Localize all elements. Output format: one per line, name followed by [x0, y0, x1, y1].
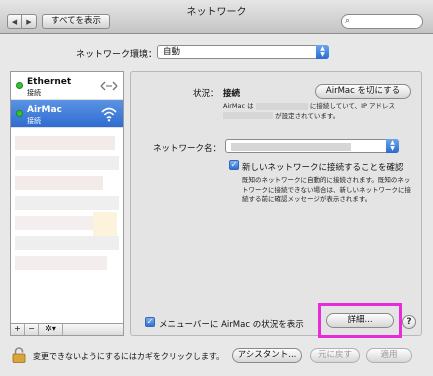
- ask-to-join-label: 新しいネットワークに接続することを確認: [242, 163, 404, 173]
- redacted-item: [15, 156, 119, 170]
- location-value: 自動: [163, 47, 181, 57]
- redacted-item: [15, 136, 115, 150]
- service-name: AirMac: [27, 105, 62, 115]
- ethernet-icon: [100, 81, 118, 91]
- redacted-item: [15, 236, 119, 250]
- status-desc-part: に接続していて、IP アドレス: [309, 102, 396, 110]
- redacted-text: [223, 112, 273, 119]
- status-desc-part: が設定されています。: [275, 111, 340, 120]
- search-field[interactable]: ⌕: [341, 14, 423, 29]
- show-all-button[interactable]: すべてを表示: [42, 14, 110, 29]
- ask-to-join-description: 既知のネットワークに自動的に接続されます。既知のネットワークに接続できない場合は…: [242, 176, 411, 203]
- lock-icon[interactable]: [12, 347, 26, 363]
- popup-arrows-icon: ▲ ▼: [316, 45, 329, 59]
- network-name-label: ネットワーク名：: [153, 144, 222, 154]
- back-button[interactable]: ◀: [7, 14, 22, 29]
- service-status: 接続: [27, 117, 41, 125]
- show-menubar-label: メニューバーに AirMac の状況を表示: [159, 320, 304, 330]
- show-menubar-checkbox[interactable]: ✓: [145, 317, 155, 327]
- ask-to-join-checkbox[interactable]: ✓: [229, 160, 239, 170]
- status-value: 接続: [223, 89, 241, 99]
- lock-text: 変更できないようにするにはカギをクリックします。: [33, 352, 225, 361]
- toolbar: ネットワーク ◀ ▶ すべてを表示 ⌕: [0, 0, 433, 34]
- service-item-airmac[interactable]: AirMac 接続: [11, 100, 123, 128]
- status-label: 状況：: [193, 89, 219, 99]
- service-item-ethernet[interactable]: Ethernet 接続: [11, 72, 123, 100]
- status-dot-icon: [16, 110, 23, 117]
- popup-arrows-icon: ▲ ▼: [386, 139, 399, 153]
- redacted-text: [255, 102, 308, 110]
- apply-button[interactable]: 適用: [366, 348, 412, 363]
- service-status: 接続: [27, 89, 41, 97]
- highlight-frame: [318, 303, 402, 338]
- redacted-item: [15, 176, 103, 190]
- forward-button[interactable]: ▶: [22, 14, 37, 29]
- action-menu-button[interactable]: ✲▾: [39, 324, 63, 335]
- redacted-text: [231, 142, 351, 151]
- wifi-icon: [101, 107, 117, 122]
- help-button[interactable]: ?: [402, 315, 416, 329]
- service-name: Ethernet: [27, 77, 72, 87]
- redacted-item: [15, 256, 107, 270]
- remove-service-button[interactable]: −: [25, 324, 39, 335]
- nav-buttons: ◀ ▶: [7, 14, 37, 29]
- status-desc-part: AirMac は: [223, 102, 254, 110]
- redacted-item: [15, 196, 119, 210]
- add-service-button[interactable]: +: [11, 324, 25, 335]
- detail-pane: 状況： 接続 AirMac を切にする AirMac は に接続していて、IP …: [130, 71, 422, 336]
- status-dot-icon: [16, 82, 23, 89]
- location-popup[interactable]: 自動 ▲ ▼: [157, 45, 329, 59]
- status-description: AirMac は に接続していて、IP アドレス が設定されています。: [223, 102, 413, 121]
- turn-off-airmac-button[interactable]: AirMac を切にする: [315, 84, 411, 99]
- location-label: ネットワーク環境：: [76, 50, 158, 60]
- revert-button[interactable]: 元に戻す: [310, 348, 360, 363]
- search-icon: ⌕: [345, 16, 351, 26]
- assist-button[interactable]: アシスタント...: [232, 348, 302, 363]
- service-list[interactable]: Ethernet 接続 AirMac 接続: [10, 71, 124, 324]
- redacted-item: [93, 212, 117, 236]
- service-list-toolbar: + − ✲▾: [10, 324, 124, 336]
- network-name-popup[interactable]: ▲ ▼: [225, 139, 399, 153]
